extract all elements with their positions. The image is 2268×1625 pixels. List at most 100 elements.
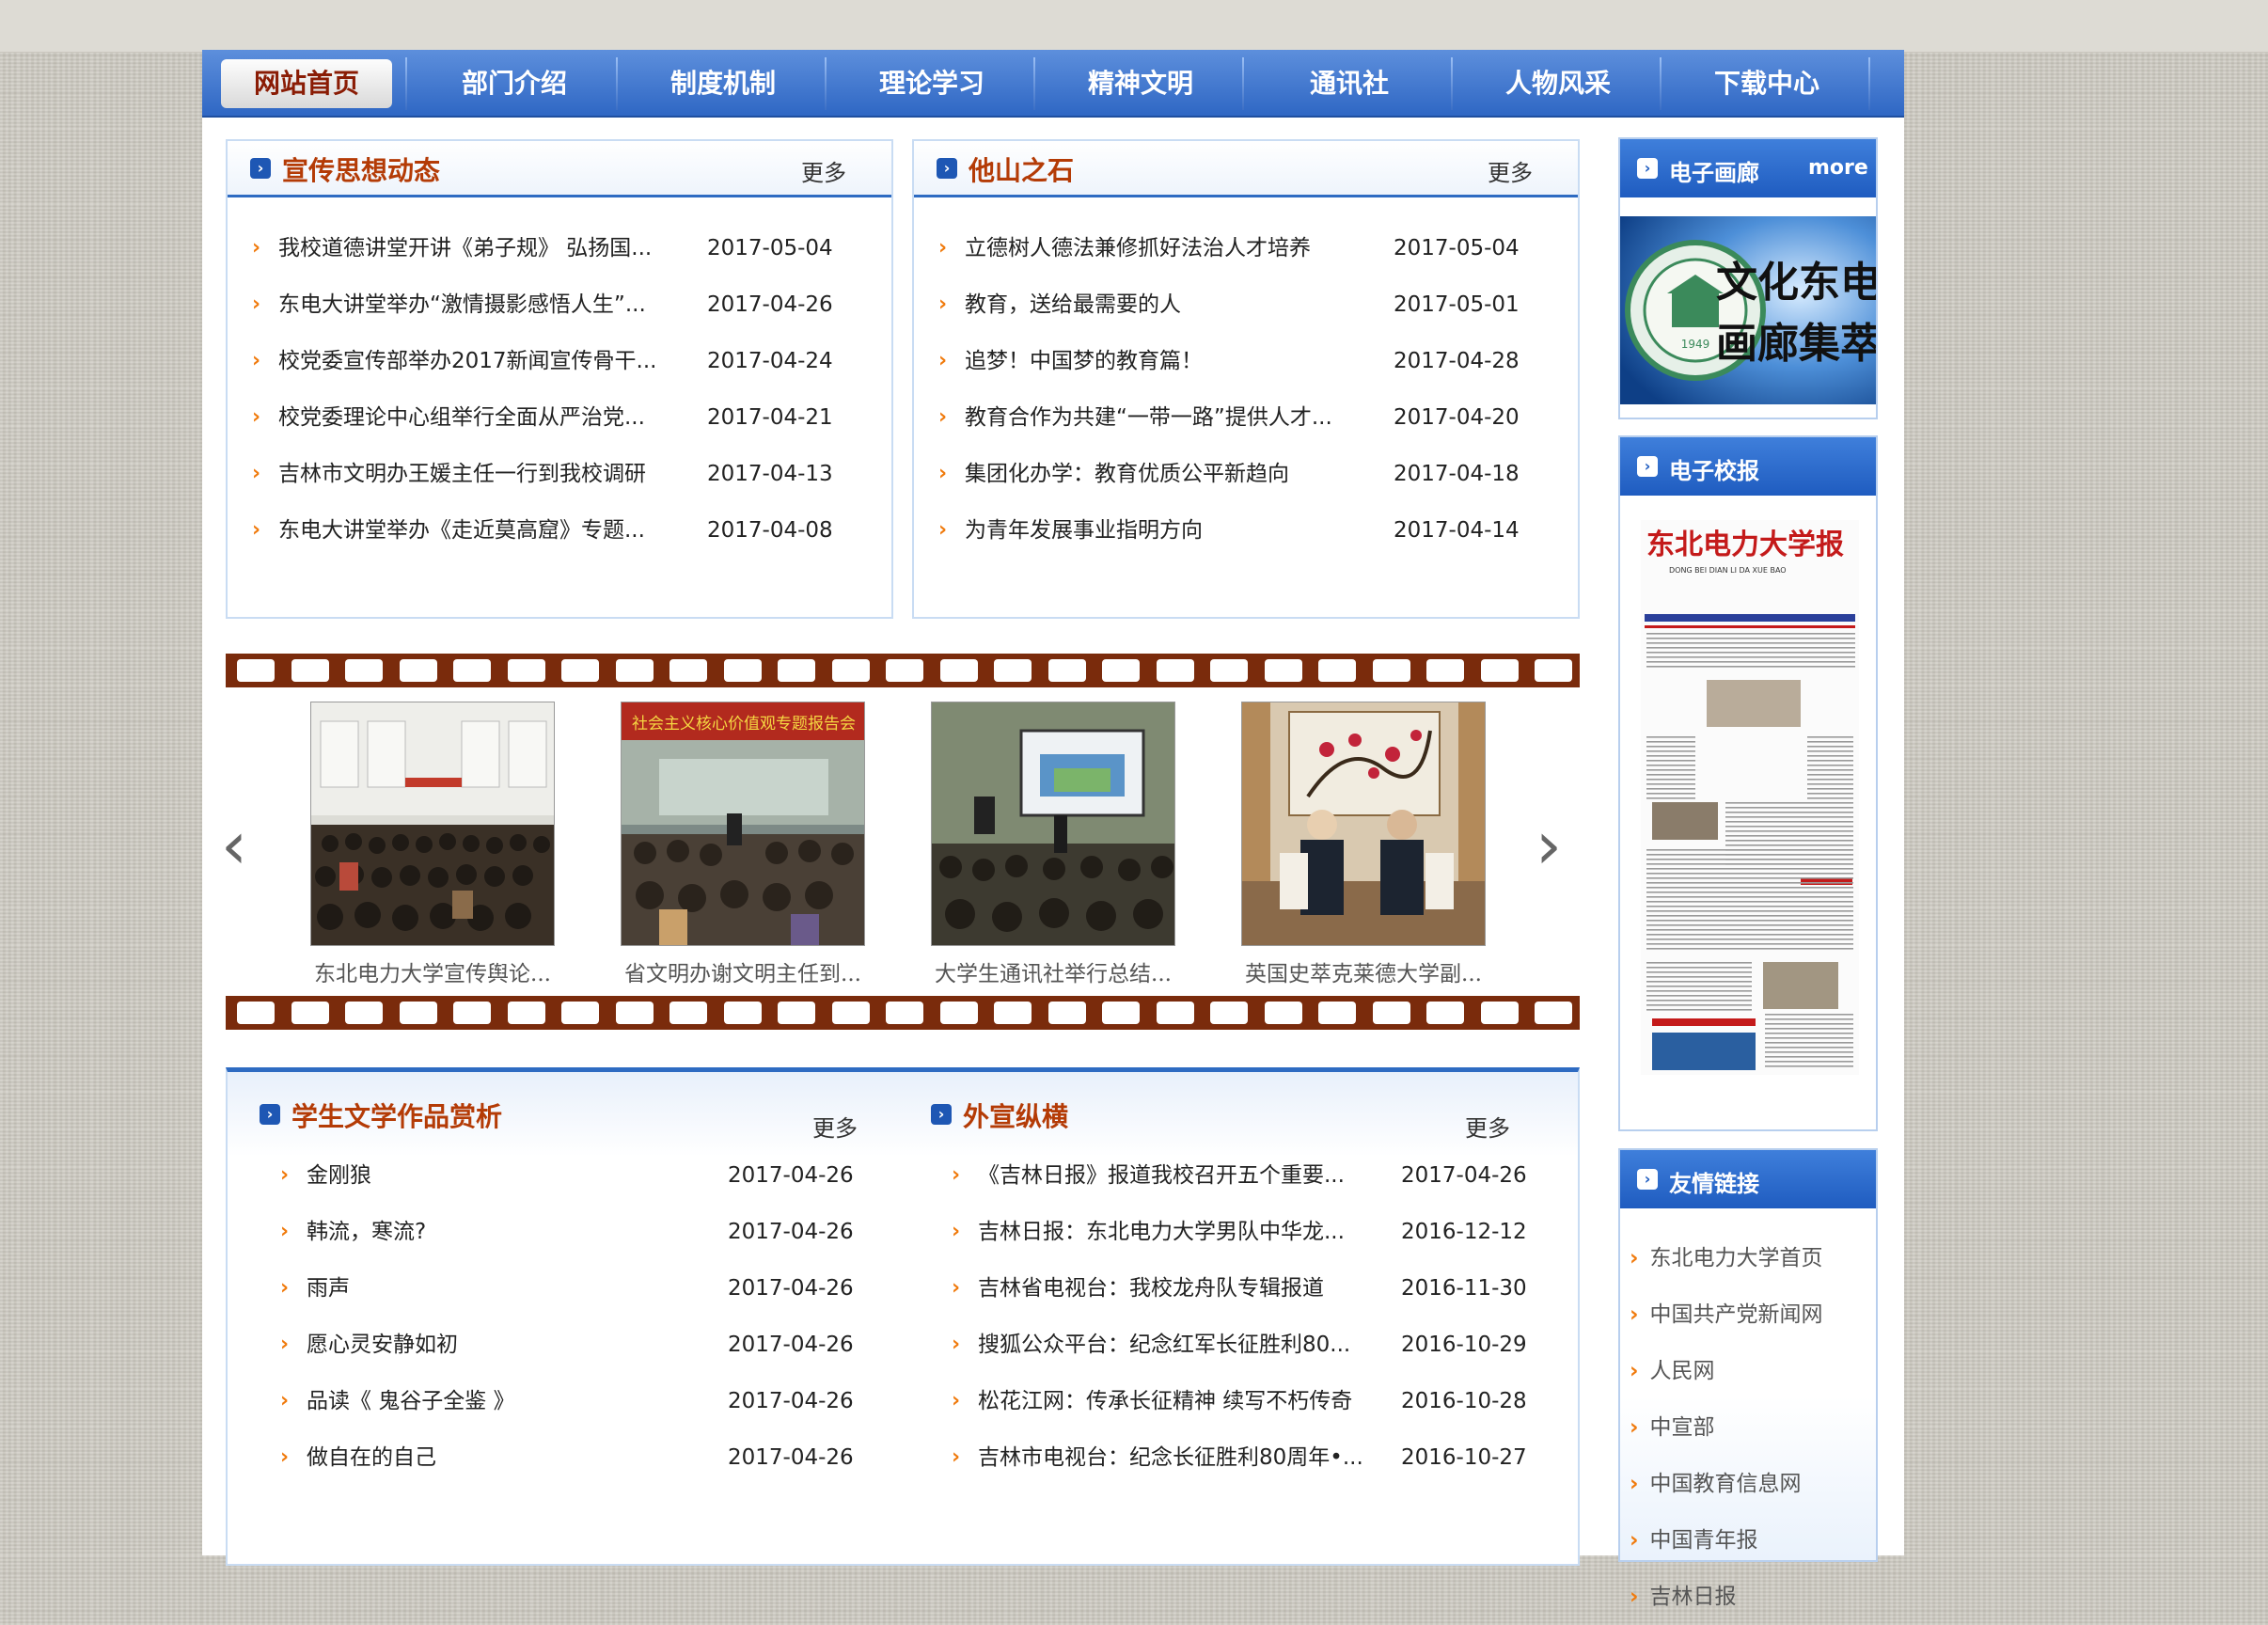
item-title-link[interactable]: 我校道德讲堂开讲《弟子规》 弘扬国...	[278, 220, 683, 276]
item-title-link[interactable]: 吉林市电视台：纪念长征胜利80周年•...	[978, 1429, 1373, 1486]
film-hole	[939, 659, 978, 682]
film-hole	[1372, 659, 1410, 682]
nav-people[interactable]: 人物风采	[1464, 59, 1652, 108]
friend-link-label: 人民网	[1649, 1359, 1715, 1383]
next-arrow-icon[interactable]: ›	[1536, 807, 1562, 884]
item-title-link[interactable]: 《吉林日报》报道我校召开五个重要...	[978, 1147, 1373, 1204]
gallery-caption-1[interactable]: 东北电力大学宣传舆论...	[291, 955, 574, 987]
newspaper-text-line	[1765, 1037, 1853, 1039]
prev-arrow-icon[interactable]: ‹	[221, 807, 247, 884]
more-link[interactable]: 更多	[812, 1110, 858, 1143]
friend-link[interactable]: › 吉林日报	[1630, 1569, 1822, 1625]
nav-theory[interactable]: 理论学习	[838, 59, 1026, 108]
friend-link[interactable]: › 东北电力大学首页	[1630, 1230, 1822, 1286]
item-title-link[interactable]: 搜狐公众平台：纪念红军长征胜利80...	[978, 1317, 1373, 1373]
film-hole	[1264, 1002, 1302, 1024]
nav-rules[interactable]: 制度机制	[629, 59, 817, 108]
reception-photo	[1242, 702, 1485, 945]
item-title-link[interactable]: 吉林市文明办王媛主任一行到我校调研	[278, 446, 683, 502]
film-hole	[1156, 659, 1194, 682]
film-strip-bottom	[226, 996, 1580, 1030]
panel-header: › 他山之石 更多	[914, 141, 1578, 197]
more-link[interactable]: 更多	[1465, 1110, 1510, 1143]
more-link[interactable]: more	[1808, 156, 1868, 180]
item-title-link[interactable]: 品读《 鬼谷子全鉴 》	[307, 1373, 701, 1429]
gallery-caption-4[interactable]: 英国史萃克莱德大学副...	[1222, 955, 1504, 987]
friend-link[interactable]: › 中国教育信息网	[1630, 1456, 1822, 1512]
list-item: › 教育，送给最需要的人 2017-05-01	[938, 276, 1559, 333]
item-title-link[interactable]: 教育合作为共建“一带一路”提供人才...	[965, 389, 1369, 446]
newspaper-text-line	[1765, 1042, 1853, 1044]
list-item: › 金刚狼 2017-04-26	[280, 1147, 882, 1204]
newspaper-text-line	[1646, 882, 1853, 884]
nav-home[interactable]: 网站首页	[221, 59, 392, 108]
newspaper-text-line	[1646, 906, 1853, 907]
item-title-link[interactable]: 追梦！中国梦的教育篇！	[965, 333, 1369, 389]
film-strip-top	[226, 654, 1580, 687]
chevron-right-icon: ›	[937, 158, 957, 179]
newspaper-text-line	[1765, 1023, 1853, 1025]
arrow-right-icon: ›	[280, 1445, 290, 1469]
item-title-link[interactable]: 金刚狼	[307, 1147, 701, 1204]
friend-link[interactable]: › 人民网	[1630, 1343, 1822, 1399]
nav-civilization[interactable]: 精神文明	[1047, 59, 1235, 108]
newspaper-text-line	[1765, 1047, 1853, 1049]
list-item: › 追梦！中国梦的教育篇！ 2017-04-28	[938, 333, 1559, 389]
gallery-photo-1[interactable]	[310, 702, 555, 946]
sidebar-header: › 友情链接	[1620, 1150, 1876, 1208]
item-title-link[interactable]: 教育，送给最需要的人	[965, 276, 1369, 333]
gallery-caption-3[interactable]: 大学生通讯社举行总结...	[912, 955, 1194, 987]
film-hole	[615, 659, 654, 682]
gallery-photo-4[interactable]	[1241, 702, 1486, 946]
newspaper-text-line	[1646, 948, 1853, 950]
more-link[interactable]: 更多	[1488, 154, 1533, 187]
item-title-link[interactable]: 校党委理论中心组举行全面从严治党...	[278, 389, 683, 446]
item-title-link[interactable]: 校党委宣传部举办2017新闻宣传骨干...	[278, 333, 683, 389]
more-link[interactable]: 更多	[801, 154, 846, 187]
newspaper-text-line	[1646, 652, 1855, 654]
newspaper-text-line	[1646, 1009, 1752, 1011]
item-title-link[interactable]: 做自在的自己	[307, 1429, 701, 1486]
sidebar-newspaper: › 电子校报 东北电力大学报 DONG BEI DIAN LI DA XUE B…	[1618, 435, 1878, 1131]
item-date: 2017-04-28	[1394, 349, 1520, 373]
chevron-right-icon: ›	[250, 158, 271, 179]
news-list: › 我校道德讲堂开讲《弟子规》 弘扬国... 2017-05-04 › 东电大讲堂举办…	[252, 220, 873, 559]
nav-departments[interactable]: 部门介绍	[420, 59, 608, 108]
film-hole	[453, 659, 491, 682]
nav-downloads[interactable]: 下载中心	[1673, 59, 1861, 108]
nav-news-agency[interactable]: 通讯社	[1255, 59, 1443, 108]
item-title-link[interactable]: 雨声	[307, 1260, 701, 1317]
friend-link[interactable]: › 中国青年报	[1630, 1512, 1822, 1569]
list-item: › 品读《 鬼谷子全鉴 》 2017-04-26	[280, 1373, 882, 1429]
masthead: 东北电力大学报	[1646, 529, 1844, 561]
gallery-caption-2[interactable]: 省文明办谢文明主任到...	[602, 955, 884, 987]
item-title-link[interactable]: 立德树人德法兼修抓好法治人才培养	[965, 220, 1369, 276]
newspaper-text-line	[1765, 1065, 1853, 1067]
newspaper-text-line	[1725, 826, 1853, 828]
item-title-link[interactable]: 东电大讲堂举办《走近莫高窟》专题...	[278, 502, 683, 559]
film-hole	[831, 1002, 870, 1024]
newspaper-text-line	[1646, 934, 1853, 936]
item-title-link[interactable]: 吉林日报：东北电力大学男队中华龙...	[978, 1204, 1373, 1260]
gallery-photo-3[interactable]	[931, 702, 1175, 946]
film-hole	[831, 659, 870, 682]
item-title-link[interactable]: 东电大讲堂举办“激情摄影感悟人生”...	[278, 276, 683, 333]
film-hole	[1102, 659, 1140, 682]
gallery-photo-2[interactable]: 社会主义核心价值观专题报告会	[621, 702, 865, 946]
friend-link[interactable]: › 中国共产党新闻网	[1630, 1286, 1822, 1343]
gallery-banner[interactable]: 1949 文化东电 画廊集萃	[1620, 216, 1882, 404]
item-title-link[interactable]: 为青年发展事业指明方向	[965, 502, 1369, 559]
friend-link[interactable]: › 中宣部	[1630, 1399, 1822, 1456]
newspaper-text-line	[1807, 750, 1853, 752]
item-title-link[interactable]: 韩流，寒流?	[307, 1204, 701, 1260]
item-title-link[interactable]: 集团化办学：教育优质公平新趋向	[965, 446, 1369, 502]
newspaper-thumbnail[interactable]: 东北电力大学报 DONG BEI DIAN LI DA XUE BAO	[1641, 520, 1859, 1075]
newspaper-text-line	[1646, 666, 1855, 668]
item-title-link[interactable]: 松花江网：传承长征精神 续写不朽传奇	[978, 1373, 1373, 1429]
film-hole	[1480, 1002, 1519, 1024]
panel-title: 外宣纵横	[963, 1101, 1069, 1132]
item-title-link[interactable]: 愿心灵安静如初	[307, 1317, 701, 1373]
newspaper-text-line	[1725, 830, 1853, 832]
banner-text: 社会主义核心价值观专题报告会	[632, 715, 856, 734]
item-title-link[interactable]: 吉林省电视台：我校龙舟队专辑报道	[978, 1260, 1373, 1317]
